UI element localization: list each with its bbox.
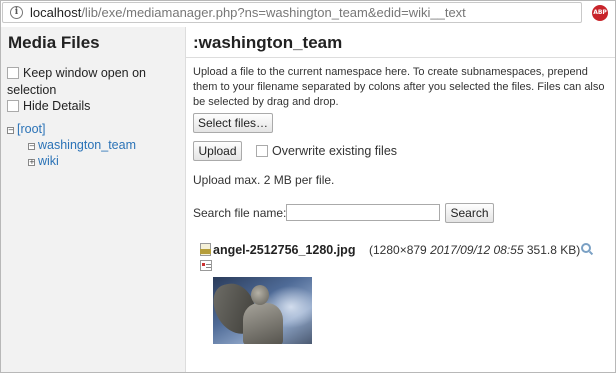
file-thumbnail[interactable]: [213, 277, 312, 344]
tree-item-root[interactable]: − [root]: [7, 122, 46, 136]
file-size: 351.8 KB): [526, 243, 581, 257]
collapse-icon[interactable]: −: [7, 127, 14, 134]
max-size-note: Upload max. 2 MB per file.: [193, 173, 335, 187]
file-dimensions: (1280×879: [369, 243, 427, 257]
divider: [186, 57, 615, 58]
overwrite-label: Overwrite existing files: [272, 144, 398, 158]
main-panel: :washington_team Upload a file to the cu…: [186, 27, 615, 372]
url-path: /lib/exe/mediamanager.php?ns=washington_…: [81, 5, 466, 20]
url-host: localhost: [30, 5, 82, 20]
collapse-icon[interactable]: −: [28, 143, 35, 150]
search-input[interactable]: [286, 204, 440, 221]
hide-details-option[interactable]: Hide Details: [7, 99, 90, 113]
sidebar-title: Media Files: [8, 33, 100, 52]
upload-description: Upload a file to the current namespace h…: [193, 66, 605, 108]
tree-item-washington-team[interactable]: − washington_team: [28, 138, 136, 152]
hide-details-label: Hide Details: [23, 99, 91, 113]
search-label: Search file name:: [193, 206, 287, 220]
file-meta: (1280×879 2017/09/12 08:55 351.8 KB): [369, 243, 580, 257]
media-sidebar: Media Files Keep window open on selectio…: [1, 27, 186, 372]
magnifier-icon[interactable]: [581, 243, 591, 253]
url-text[interactable]: localhost/lib/exe/mediamanager.php?ns=wa…: [30, 5, 466, 20]
tree-item-wiki[interactable]: + wiki: [28, 154, 59, 168]
tree-link-wiki[interactable]: wiki: [38, 154, 59, 168]
tree-link-washington-team[interactable]: washington_team: [38, 138, 136, 152]
tree-link-root[interactable]: [root]: [17, 122, 46, 136]
file-name-link[interactable]: angel-2512756_1280.jpg: [213, 243, 355, 257]
adblock-icon[interactable]: ABP: [592, 5, 608, 21]
file-details-icon[interactable]: [200, 260, 212, 271]
keep-window-open-option[interactable]: Keep window open on selection: [7, 65, 177, 99]
address-bar[interactable]: i localhost/lib/exe/mediamanager.php?ns=…: [2, 2, 582, 23]
expand-icon[interactable]: +: [28, 159, 35, 166]
keep-window-open-checkbox[interactable]: [7, 67, 19, 79]
keep-window-open-label: Keep window open on selection: [7, 66, 147, 97]
upload-button[interactable]: Upload: [193, 141, 242, 161]
jpg-file-icon: [200, 243, 211, 256]
search-button[interactable]: Search: [445, 203, 494, 223]
overwrite-option[interactable]: Overwrite existing files: [256, 144, 397, 158]
file-date: 2017/09/12 08:55: [430, 243, 524, 257]
select-files-button[interactable]: Select files…: [193, 113, 273, 133]
namespace-title: :washington_team: [193, 33, 343, 52]
info-icon[interactable]: i: [10, 6, 23, 19]
hide-details-checkbox[interactable]: [7, 100, 19, 112]
overwrite-checkbox[interactable]: [256, 145, 268, 157]
